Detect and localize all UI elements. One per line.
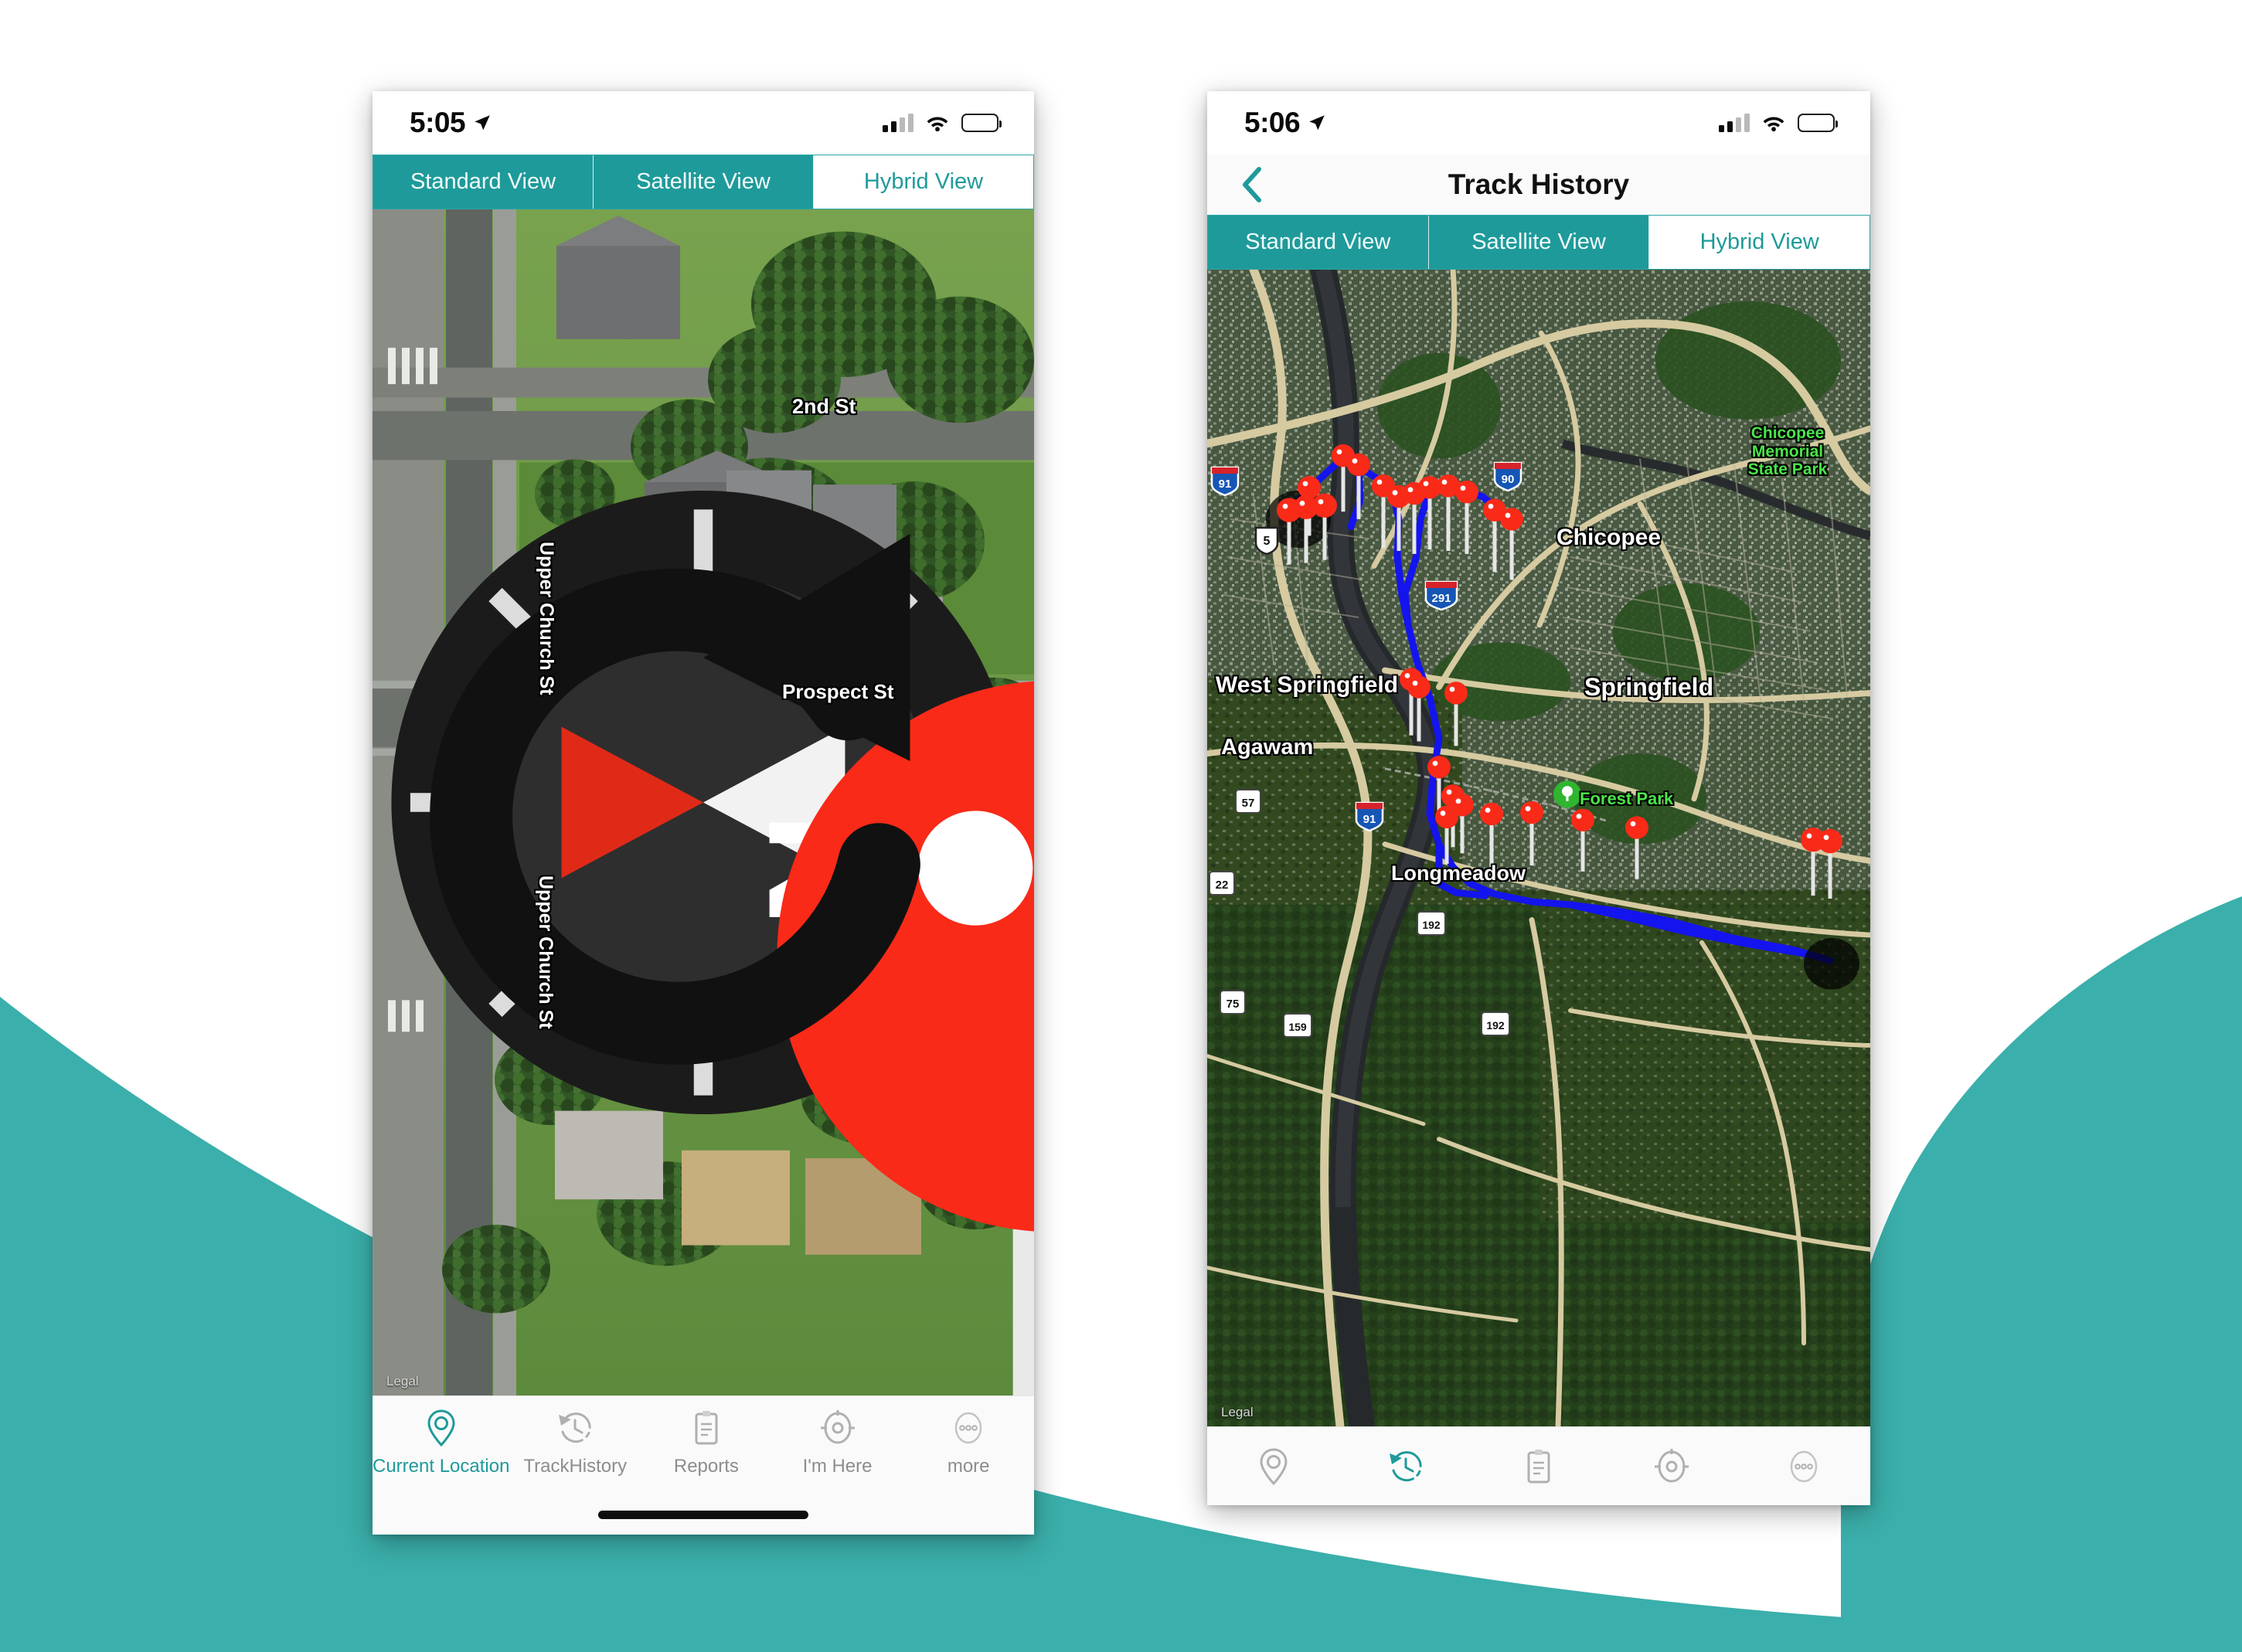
- shield-ma75: 75: [1220, 990, 1246, 1015]
- tab-bar-left[interactable]: Current Location TrackHistory Reports I'…: [373, 1395, 1034, 1494]
- location-arrow-icon: [475, 115, 490, 131]
- history-clock-icon: [559, 1412, 591, 1443]
- clipboard-report-icon: [695, 1411, 718, 1445]
- tab-reports[interactable]: Reports: [641, 1407, 772, 1494]
- shield-i91-south: 91: [1355, 801, 1384, 832]
- shield-i91-north: 91: [1210, 466, 1240, 497]
- location-arrow-icon: [1309, 115, 1325, 131]
- decorative-background: [0, 0, 2242, 1652]
- nav-bar-right: Track History: [1207, 155, 1870, 215]
- shield-us5: 5: [1254, 526, 1279, 556]
- shield-ma192: 192: [1417, 911, 1446, 936]
- tab-reports[interactable]: [1472, 1446, 1605, 1487]
- status-bar-right-group: [883, 114, 1002, 132]
- wifi-icon: [1763, 117, 1784, 132]
- tab-im-here[interactable]: [1605, 1446, 1738, 1487]
- tab-more[interactable]: [1737, 1446, 1870, 1487]
- page-title: Track History: [1448, 168, 1630, 200]
- clipboard-report-icon: [1527, 1449, 1550, 1483]
- tab-more[interactable]: more: [903, 1407, 1034, 1494]
- svg-text:91: 91: [1363, 813, 1376, 826]
- gps-track-overlay: [1266, 444, 1859, 990]
- refresh-rotate-icon[interactable]: [373, 209, 1034, 1395]
- cellular-signal-icon: [1719, 114, 1750, 132]
- more-ellipsis-icon: [954, 1412, 982, 1444]
- wifi-icon: [927, 117, 948, 132]
- home-indicator-left[interactable]: [598, 1510, 808, 1519]
- chevron-left-icon: [1243, 167, 1261, 202]
- tab-track-history[interactable]: [1340, 1446, 1473, 1487]
- battery-icon: [961, 114, 1002, 132]
- status-bar-left-group-right: 5:06: [1244, 107, 1327, 139]
- tab-track-history[interactable]: TrackHistory: [509, 1407, 641, 1494]
- tab-label-current-location: Current Location: [373, 1456, 510, 1477]
- tab-label-im-here: I'm Here: [802, 1456, 873, 1477]
- status-bar-left-group: 5:05: [410, 107, 492, 139]
- map-pin-icon: [427, 1409, 455, 1447]
- shield-ct159: 159: [1283, 1013, 1312, 1038]
- more-ellipsis-icon: [1790, 1450, 1818, 1482]
- tab-label-track-history: TrackHistory: [523, 1456, 628, 1477]
- svg-text:75: 75: [1226, 998, 1240, 1011]
- tab-standard-view[interactable]: Standard View: [373, 155, 594, 209]
- back-button[interactable]: [1230, 165, 1274, 204]
- status-time: 5:05: [410, 107, 466, 138]
- map-canvas-left[interactable]: N 2nd St Upper Church St Prospect St Upp…: [373, 209, 1034, 1395]
- tab-current-location[interactable]: [1207, 1446, 1340, 1487]
- svg-text:90: 90: [1502, 473, 1515, 486]
- map-canvas-right[interactable]: Chicopee Memorial State Park Chicopee Sp…: [1207, 270, 1870, 1426]
- status-time-right: 5:06: [1244, 107, 1301, 138]
- tab-bar-right[interactable]: [1207, 1426, 1870, 1505]
- svg-text:22: 22: [1216, 879, 1229, 892]
- svg-text:91: 91: [1219, 478, 1232, 491]
- tab-hybrid-view[interactable]: Hybrid View: [1649, 216, 1870, 269]
- status-bar-right: 5:06: [1207, 91, 1870, 155]
- tab-im-here[interactable]: I'm Here: [772, 1407, 903, 1494]
- tab-satellite-view[interactable]: Satellite View: [594, 155, 814, 209]
- tab-label-reports: Reports: [673, 1456, 739, 1477]
- battery-icon: [1798, 114, 1838, 132]
- tree-park-icon: [1553, 780, 1581, 808]
- svg-text:159: 159: [1288, 1021, 1307, 1033]
- target-crosshair-icon: [1654, 1448, 1689, 1482]
- shield-i291: 291: [1424, 580, 1458, 611]
- tab-current-location[interactable]: Current Location: [373, 1407, 509, 1494]
- home-indicator-wrap-left: [373, 1494, 1034, 1535]
- svg-text:291: 291: [1431, 592, 1451, 605]
- svg-text:192: 192: [1486, 1019, 1505, 1032]
- tab-satellite-view[interactable]: Satellite View: [1428, 216, 1650, 269]
- view-tabs-right[interactable]: Standard View Satellite View Hybrid View: [1207, 215, 1870, 270]
- view-tabs-left[interactable]: Standard View Satellite View Hybrid View: [373, 155, 1034, 209]
- phone-left-current-location: 5:05 Standard View Satellite View Hybrid…: [373, 91, 1034, 1535]
- svg-text:192: 192: [1422, 919, 1441, 931]
- cellular-signal-icon: [883, 114, 913, 132]
- shield-ma22: 22: [1209, 871, 1235, 896]
- status-bar-left: 5:05: [373, 91, 1034, 155]
- status-bar-right-group-right: [1719, 114, 1838, 132]
- tab-label-more: more: [947, 1456, 990, 1477]
- svg-text:57: 57: [1242, 797, 1255, 810]
- tab-standard-view[interactable]: Standard View: [1208, 216, 1429, 269]
- svg-text:5: 5: [1264, 535, 1271, 548]
- shield-ma192-south: 192: [1481, 1011, 1510, 1036]
- phone-right-track-history: 5:06 Track History Standard View Satelli…: [1207, 91, 1870, 1505]
- tab-hybrid-view[interactable]: Hybrid View: [814, 155, 1033, 209]
- shield-i90: 90: [1493, 461, 1522, 492]
- map-pin-icon: [1260, 1447, 1288, 1485]
- target-crosshair-icon: [820, 1410, 855, 1444]
- shield-ma57: 57: [1235, 789, 1261, 814]
- history-clock-icon: [1390, 1450, 1423, 1481]
